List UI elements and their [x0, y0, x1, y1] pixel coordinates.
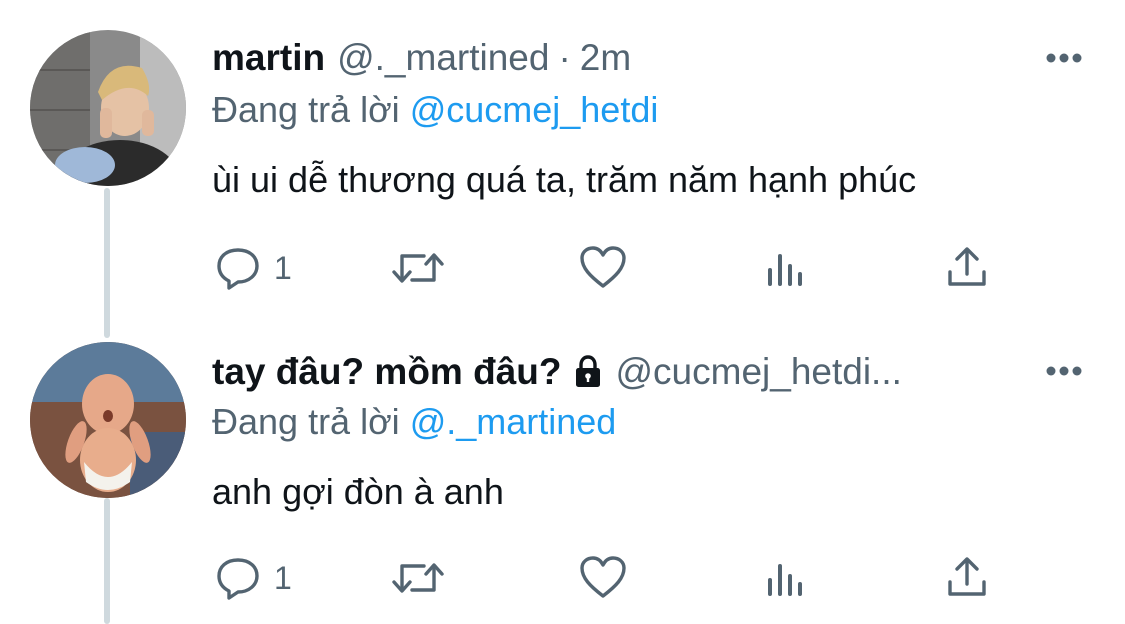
retweet-icon	[392, 563, 444, 593]
avatar[interactable]	[30, 342, 186, 498]
share-icon	[948, 557, 986, 596]
tweet-header: tay đâu? mồm đâu? @cucmej_hetdi...	[212, 350, 902, 394]
reply-mention-link[interactable]: @._martined	[410, 401, 617, 442]
user-handle[interactable]: @cucmej_hetdi...	[615, 350, 901, 394]
share-button[interactable]	[944, 244, 990, 290]
share-icon	[948, 247, 986, 286]
lock-icon	[576, 355, 601, 387]
analytics-button[interactable]	[764, 556, 808, 600]
analytics-button[interactable]	[764, 246, 808, 290]
like-icon	[580, 556, 626, 598]
thread-connector	[104, 188, 110, 338]
analytics-icon	[768, 254, 802, 286]
tweet-text: ùi ui dễ thương quá ta, trăm năm hạnh ph…	[212, 159, 917, 200]
separator-dot: ·	[558, 37, 571, 78]
display-name[interactable]: martin	[212, 36, 325, 80]
like-button[interactable]	[578, 244, 628, 290]
user-handle[interactable]: @._martined	[337, 36, 549, 80]
baby-photo-avatar-icon	[30, 342, 186, 498]
thread-connector	[104, 498, 110, 624]
replying-to-label: Đang trả lời	[212, 89, 400, 130]
reply-icon	[217, 248, 259, 290]
replying-to: Đang trả lời @cucmej_hetdi	[212, 88, 658, 132]
share-button[interactable]	[944, 554, 990, 600]
reply-button[interactable]: 1	[214, 246, 292, 290]
tweet-header: martin @._martined · 2m	[212, 36, 631, 80]
replying-to: Đang trả lời @._martined	[212, 400, 616, 444]
avatar[interactable]	[30, 30, 186, 186]
reply-icon	[217, 558, 259, 600]
replying-to-label: Đang trả lời	[212, 401, 400, 442]
reply-button[interactable]: 1	[214, 556, 292, 600]
reply-count: 1	[274, 249, 292, 286]
tweet-text: anh gợi đòn à anh	[212, 471, 504, 512]
more-options-icon[interactable]	[1045, 365, 1083, 377]
user-photo-avatar-icon	[30, 30, 186, 186]
retweet-icon	[392, 253, 444, 283]
like-button[interactable]	[578, 554, 628, 600]
analytics-icon	[768, 564, 802, 596]
timestamp[interactable]: 2m	[580, 36, 631, 80]
reply-mention-link[interactable]: @cucmej_hetdi	[410, 89, 659, 130]
display-name[interactable]: tay đâu? mồm đâu?	[212, 350, 561, 394]
retweet-button[interactable]	[390, 556, 446, 600]
more-options-icon[interactable]	[1045, 52, 1083, 64]
like-icon	[580, 246, 626, 288]
retweet-button[interactable]	[390, 246, 446, 290]
reply-count: 1	[274, 559, 292, 596]
